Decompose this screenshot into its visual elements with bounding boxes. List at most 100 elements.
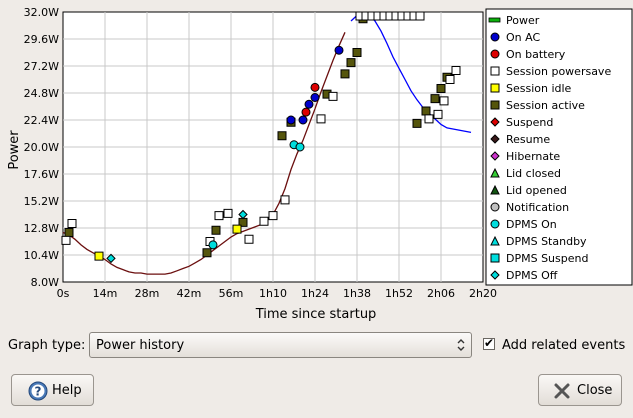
- legend-dpms-on-swatch: [490, 219, 500, 229]
- x-tick-label: 2h06: [427, 287, 455, 300]
- legend-notification-swatch: [490, 202, 500, 212]
- session-active-marker: [211, 225, 221, 235]
- legend-session-powersave-swatch: [490, 66, 500, 76]
- on-ac-marker: [304, 99, 314, 109]
- legend-dpms-on-label: DPMS On: [506, 218, 557, 231]
- legend-on-ac-label: On AC: [506, 31, 540, 44]
- session-active-marker: [277, 131, 287, 141]
- legend-session-idle-swatch: [490, 83, 500, 93]
- session-active-marker: [202, 248, 212, 258]
- legend-hibernate-label: Hibernate: [506, 150, 560, 163]
- legend-session-active-swatch: [490, 100, 500, 110]
- session-active-marker: [346, 58, 356, 68]
- graph-type-select[interactable]: Power history: [89, 332, 472, 358]
- legend-lid-opened-label: Lid opened: [506, 184, 567, 197]
- legend-dpms-standby-label: DPMS Standby: [506, 235, 587, 248]
- on-ac-marker: [298, 115, 308, 125]
- session-active-marker: [64, 228, 74, 237]
- y-tick-label: 27.2W: [24, 60, 59, 73]
- legend-power-label: Power: [506, 14, 540, 27]
- y-tick-label: 32.0W: [24, 6, 59, 19]
- legend-dpms-suspend-label: DPMS Suspend: [506, 252, 588, 265]
- y-tick-label: 10.4W: [24, 249, 59, 262]
- y-tick-label: 8.0W: [31, 276, 59, 289]
- x-tick-label: 56m: [219, 287, 244, 300]
- legend-suspend-label: Suspend: [506, 116, 553, 129]
- x-axis-label: Time since startup: [255, 307, 377, 322]
- x-tick-label: 1h52: [385, 287, 413, 300]
- on-battery-marker: [301, 107, 311, 117]
- session-powersave-marker: [214, 211, 224, 221]
- legend-notification-label: Notification: [506, 201, 569, 214]
- add-related-events-label[interactable]: Add related events: [502, 338, 625, 353]
- session-powersave-marker: [328, 91, 338, 101]
- session-powersave-marker: [424, 114, 434, 124]
- legend-lid-closed-label: Lid closed: [506, 167, 561, 180]
- legend-dpms-suspend-swatch: [490, 253, 500, 263]
- y-tick-label: 22.4W: [24, 114, 59, 127]
- legend: Power On AC On battery Session powersave Ses…: [485, 8, 633, 286]
- help-icon: ?: [28, 381, 48, 401]
- on-ac-marker: [286, 115, 296, 125]
- session-powersave-marker: [244, 234, 254, 244]
- session-active-marker: [436, 84, 446, 93]
- on-ac-marker: [334, 45, 344, 55]
- svg-text:?: ?: [35, 385, 42, 399]
- x-tick-label: 42m: [177, 287, 202, 300]
- on-battery-marker: [310, 82, 320, 92]
- session-powersave-marker: [223, 208, 233, 218]
- legend-dpms-off-label: DPMS Off: [506, 269, 558, 282]
- session-powersave-marker: [316, 114, 326, 124]
- updown-arrows-icon: [457, 339, 465, 351]
- y-tick-label: 24.8W: [24, 87, 59, 100]
- session-powersave-marker: [268, 211, 278, 221]
- y-tick-label: 15.2W: [24, 195, 59, 208]
- session-idle-marker: [232, 224, 242, 234]
- help-button[interactable]: ? Help: [11, 374, 94, 406]
- session-powersave-marker: [451, 66, 461, 75]
- session-powersave-marker: [67, 219, 77, 228]
- x-tick-label: 1h10: [259, 287, 287, 300]
- y-tick-label: 20.0W: [24, 141, 59, 154]
- dpms-on-marker: [295, 142, 305, 152]
- legend-on-battery-label: On battery: [506, 48, 566, 61]
- on-ac-marker: [310, 93, 320, 102]
- session-powersave-marker: [445, 75, 455, 84]
- x-tick-label: 0s: [57, 287, 70, 300]
- x-tick-label: 1h24: [301, 287, 329, 300]
- session-powersave-marker: [415, 11, 425, 21]
- graph-type-selected-value: Power history: [96, 338, 185, 353]
- session-powersave-marker: [280, 195, 290, 205]
- legend-session-powersave-label: Session powersave: [506, 65, 611, 78]
- session-active-marker: [352, 48, 362, 57]
- graph-type-label: Graph type:: [8, 338, 86, 353]
- legend-session-active-label: Session active: [506, 99, 585, 112]
- session-active-marker: [340, 69, 350, 79]
- session-powersave-marker: [259, 216, 269, 226]
- x-tick-label: 2h20: [469, 287, 497, 300]
- session-active-marker: [421, 106, 431, 116]
- y-tick-label: 12.8W: [24, 222, 59, 235]
- session-powersave-marker: [61, 235, 71, 245]
- power-history-chart: 8.0W 10.4W 12.8W 15.2W 17.6W 20.0W 22.4W 24.8W 2…: [0, 0, 633, 330]
- y-axis-label: Power: [7, 130, 22, 170]
- legend-session-idle-label: Session idle: [506, 82, 572, 95]
- session-powersave-marker: [439, 96, 449, 106]
- x-tick-label: 1h38: [343, 287, 371, 300]
- dpms-on-marker: [208, 240, 218, 250]
- legend-power-swatch: [488, 17, 501, 23]
- session-active-marker: [412, 118, 422, 128]
- legend-on-ac-swatch: [490, 32, 500, 42]
- close-button-label: Close: [577, 383, 613, 398]
- session-powersave-marker: [433, 109, 443, 119]
- close-icon: [554, 383, 570, 399]
- legend-on-battery-swatch: [490, 49, 500, 59]
- session-idle-marker: [94, 251, 104, 261]
- help-button-label: Help: [52, 383, 82, 398]
- legend-resume-label: Resume: [506, 133, 550, 146]
- close-button[interactable]: Close: [538, 374, 622, 406]
- x-tick-label: 14m: [93, 287, 118, 300]
- session-active-marker: [430, 94, 440, 104]
- y-tick-label: 29.6W: [24, 33, 59, 46]
- add-related-events-checkbox[interactable]: ✔: [483, 336, 495, 350]
